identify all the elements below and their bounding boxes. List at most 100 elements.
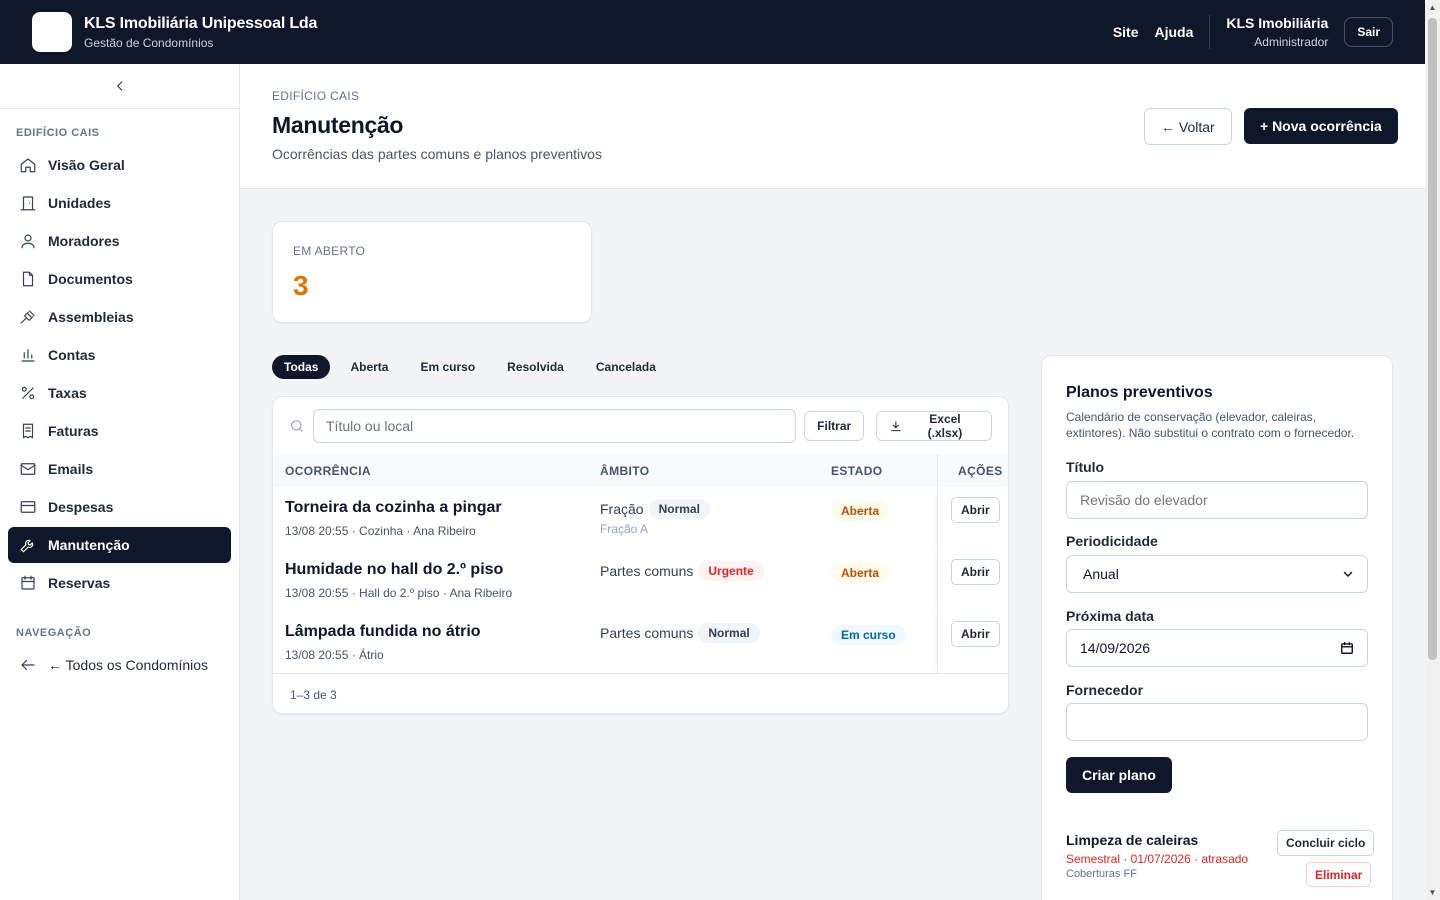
back-to-all-condos[interactable]: ← Todos os Condomínios	[8, 647, 231, 683]
sidebar-item-visao-geral[interactable]: Visão Geral	[8, 147, 231, 183]
plan-title-input[interactable]	[1066, 481, 1368, 519]
tab-todas[interactable]: Todas	[272, 355, 331, 379]
scroll-up-icon[interactable]: ▲	[1425, 0, 1440, 15]
sidebar-item-faturas[interactable]: Faturas	[8, 413, 231, 449]
occurrence-title[interactable]: Lâmpada fundida no átrio	[285, 623, 481, 641]
sidebar-item-label: Taxas	[48, 385, 87, 401]
plan-item-title: Limpeza de caleiras	[1066, 832, 1199, 848]
sidebar-item-moradores[interactable]: Moradores	[8, 223, 231, 259]
periodicity-value: Anual	[1083, 566, 1119, 582]
percent-icon	[21, 386, 35, 400]
home-icon	[20, 158, 36, 173]
column-header-status[interactable]: ESTADO	[831, 464, 883, 478]
new-occurrence-button[interactable]: + Nova ocorrência	[1244, 108, 1398, 144]
page-header: EDIFÍCIO CAIS Manutenção Ocorrências das…	[240, 64, 1425, 189]
scroll-down-icon[interactable]: ▼	[1425, 885, 1440, 900]
pagination-info: 1–3 de 3	[273, 673, 1008, 713]
next-date-input[interactable]: 14/09/2026	[1066, 629, 1368, 667]
column-header-scope[interactable]: ÂMBITO	[600, 464, 650, 478]
actions-cell: Abrir	[937, 549, 1008, 611]
occurrence-title[interactable]: Torneira da cozinha a pingar	[285, 499, 502, 517]
open-occurrence-button[interactable]: Abrir	[951, 559, 1000, 585]
section-label-building: EDIFÍCIO CAIS	[16, 127, 100, 139]
sidebar-item-label: Manutenção	[48, 537, 130, 553]
sidebar-item-despesas[interactable]: Despesas	[8, 489, 231, 525]
sidebar-item-label: Despesas	[48, 499, 114, 515]
credit-card-icon	[20, 501, 36, 513]
column-header-occurrence[interactable]: OCORRÊNCIA	[285, 464, 371, 478]
tab-em-curso[interactable]: Em curso	[408, 355, 487, 379]
sidebar-item-assembleias[interactable]: Assembleias	[8, 299, 231, 335]
create-plan-button[interactable]: Criar plano	[1066, 757, 1172, 793]
next-date-value: 14/09/2026	[1080, 640, 1151, 656]
search-icon	[291, 419, 303, 432]
top-bar: KLS Imobiliária Unipessoal Lda Gestão de…	[0, 0, 1425, 64]
user-role: Administrador	[1254, 35, 1329, 49]
tab-cancelada[interactable]: Cancelada	[584, 355, 668, 379]
calendar-picker-icon[interactable]	[1340, 641, 1354, 655]
divider	[1209, 15, 1211, 49]
sidebar-item-manutencao[interactable]: Manutenção	[8, 527, 231, 563]
collapse-sidebar-button[interactable]	[0, 64, 239, 109]
open-occurrence-button[interactable]: Abrir	[951, 497, 1000, 523]
back-button[interactable]: ← Voltar	[1144, 108, 1232, 145]
page-scrollbar[interactable]: ▲ ▼	[1425, 0, 1440, 900]
site-link[interactable]: Site	[1113, 24, 1139, 40]
scope-cell: Partes comuns Urgente	[600, 561, 764, 581]
page-title: Manutenção	[272, 112, 404, 138]
sidebar-item-taxas[interactable]: Taxas	[8, 375, 231, 411]
status-badge: Aberta	[831, 501, 890, 521]
bar-chart-icon	[21, 349, 35, 362]
next-date-label: Próxima data	[1066, 608, 1154, 624]
sidebar-item-label: Documentos	[48, 271, 133, 287]
complete-cycle-button[interactable]: Concluir ciclo	[1277, 830, 1375, 856]
search-row: Filtrar Excel (.xlsx)	[273, 397, 1008, 454]
scrollbar-thumb[interactable]	[1428, 18, 1437, 660]
tab-resolvida[interactable]: Resolvida	[495, 355, 576, 379]
sidebar-item-label: Faturas	[48, 423, 99, 439]
user-icon	[21, 234, 35, 249]
scope-cell: Partes comuns Normal	[600, 623, 760, 643]
door-icon	[20, 196, 36, 211]
sidebar-item-label: Reservas	[48, 575, 111, 591]
sidebar-item-contas[interactable]: Contas	[8, 337, 231, 373]
table-row[interactable]: Torneira da cozinha a pingar 13/08 20:55…	[273, 487, 1008, 549]
periodicity-select[interactable]: Anual	[1066, 555, 1368, 593]
sidebar-item-documentos[interactable]: Documentos	[8, 261, 231, 297]
sidebar-item-emails[interactable]: Emails	[8, 451, 231, 487]
table-row[interactable]: Lâmpada fundida no átrio 13/08 20:55 · Á…	[273, 611, 1008, 673]
help-link[interactable]: Ajuda	[1155, 24, 1194, 40]
file-icon	[22, 271, 34, 287]
scope-label: Partes comuns	[600, 625, 694, 641]
sidebar-item-unidades[interactable]: Unidades	[8, 185, 231, 221]
search-input[interactable]	[313, 408, 797, 443]
occurrence-meta: 13/08 20:55 · Hall do 2.º piso · Ana Rib…	[285, 586, 513, 600]
mail-icon	[20, 463, 36, 475]
occurrences-table-card: Filtrar Excel (.xlsx) OCORRÊNCIA ÂMBITO …	[272, 396, 1009, 714]
sidebar-item-reservas[interactable]: Reservas	[8, 565, 231, 601]
export-excel-button[interactable]: Excel (.xlsx)	[876, 410, 992, 441]
stat-value: 3	[293, 270, 309, 301]
user-name: KLS Imobiliária	[1226, 15, 1329, 31]
tab-aberta[interactable]: Aberta	[338, 355, 400, 379]
gavel-icon	[20, 310, 35, 324]
occurrence-title[interactable]: Humidade no hall do 2.º piso	[285, 561, 503, 579]
open-occurrence-button[interactable]: Abrir	[951, 621, 1000, 647]
periodicity-label: Periodicidade	[1066, 533, 1158, 549]
filter-button[interactable]: Filtrar	[804, 410, 865, 441]
priority-badge: Normal	[648, 499, 710, 519]
calendar-icon	[21, 575, 35, 590]
table-row[interactable]: Humidade no hall do 2.º piso 13/08 20:55…	[273, 549, 1008, 611]
supplier-label: Fornecedor	[1066, 682, 1144, 698]
scope-unit: Fração A	[600, 522, 649, 536]
sidebar-nav: Visão Geral Unidades Moradores Documento…	[8, 147, 231, 601]
sidebar-item-label: Emails	[48, 461, 94, 477]
delete-plan-button[interactable]: Eliminar	[1306, 862, 1372, 887]
plan-title-label: Título	[1066, 459, 1105, 475]
stat-label: EM ABERTO	[293, 244, 366, 258]
logout-button[interactable]: Sair	[1344, 17, 1393, 47]
supplier-input[interactable]	[1066, 703, 1368, 741]
sidebar-item-label: Unidades	[48, 195, 112, 211]
brand-subtitle: Gestão de Condomínios	[84, 35, 214, 50]
actions-cell: Abrir	[937, 611, 1008, 673]
